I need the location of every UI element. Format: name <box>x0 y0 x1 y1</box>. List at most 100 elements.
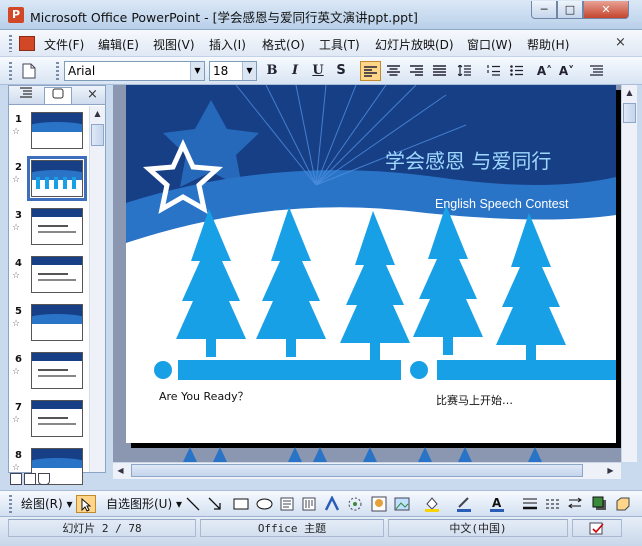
align-left-button[interactable] <box>360 61 381 81</box>
underline-button[interactable]: U <box>308 61 328 81</box>
scroll-left-icon[interactable]: ◀ <box>113 463 128 479</box>
scroll-right-icon[interactable]: ▶ <box>603 463 618 479</box>
slide-title[interactable]: 学会感恩 与爱同行 <box>385 145 551 174</box>
toolbar-grip[interactable] <box>9 62 12 80</box>
current-slide[interactable]: 学会感恩 与爱同行 English Speech Contest Are You… <box>126 85 616 443</box>
align-left-icon <box>364 66 377 77</box>
slide-thumbnail[interactable] <box>31 256 83 293</box>
arrow-style-icon[interactable] <box>568 497 584 511</box>
slide-thumbnail[interactable] <box>31 352 83 389</box>
shrink-font-button[interactable]: A˅ <box>556 61 577 81</box>
vertical-scrollbar[interactable]: ▲ <box>621 85 637 462</box>
select-objects-button[interactable] <box>76 495 96 513</box>
chevron-down-icon[interactable]: ▼ <box>242 62 256 80</box>
animation-star-icon[interactable]: ☆ <box>12 127 20 137</box>
new-slide-button[interactable] <box>18 61 40 81</box>
font-color-icon[interactable]: A <box>489 495 505 512</box>
slide-thumbnail[interactable] <box>31 400 83 437</box>
menu-view[interactable]: 视图(V) <box>153 36 195 53</box>
arrow-icon[interactable] <box>208 497 222 511</box>
maximize-button[interactable]: □ <box>557 1 583 19</box>
slide-thumbnail[interactable] <box>31 304 83 341</box>
menu-slideshow[interactable]: 幻灯片放映(D) <box>375 36 454 53</box>
oval-icon[interactable] <box>256 498 273 510</box>
animation-star-icon[interactable]: ☆ <box>12 367 20 377</box>
animation-star-icon[interactable]: ☆ <box>12 463 20 473</box>
normal-view-icon[interactable] <box>10 473 22 485</box>
toolbar-grip[interactable] <box>56 62 59 80</box>
horizontal-scroll-thumb[interactable] <box>131 464 583 477</box>
bold-button[interactable]: B <box>262 61 282 81</box>
animation-star-icon[interactable]: ☆ <box>12 271 20 281</box>
grow-font-button[interactable]: A˄ <box>534 61 555 81</box>
clipart-icon[interactable] <box>371 496 387 512</box>
bullets-button[interactable] <box>506 61 527 81</box>
diagram-icon[interactable] <box>347 496 363 512</box>
dash-style-icon[interactable] <box>545 497 561 511</box>
numbered-list-icon <box>487 65 500 76</box>
shadow-button[interactable]: S <box>331 61 351 81</box>
toolbar-grip[interactable] <box>9 495 12 513</box>
slide-thumbnail[interactable] <box>27 156 87 201</box>
slide-sorter-view-icon[interactable] <box>24 473 36 485</box>
vertical-textbox-icon[interactable] <box>302 497 316 511</box>
justify-button[interactable] <box>429 61 450 81</box>
minimize-button[interactable]: ─ <box>531 1 557 19</box>
italic-button[interactable]: I <box>285 61 305 81</box>
spelling-status[interactable] <box>572 519 622 537</box>
line-icon[interactable] <box>186 497 200 511</box>
animation-star-icon[interactable]: ☆ <box>12 175 20 185</box>
powerpoint-icon[interactable]: P <box>8 7 24 23</box>
horizontal-scrollbar[interactable]: ◀ ▶ <box>113 462 621 479</box>
rectangle-icon[interactable] <box>233 498 249 510</box>
slide-subtitle[interactable]: English Speech Contest <box>435 197 568 211</box>
close-document-icon[interactable]: × <box>615 35 626 50</box>
pane-scroll-thumb[interactable] <box>91 124 104 146</box>
fill-color-icon[interactable] <box>424 495 440 512</box>
slide-thumbnail[interactable] <box>31 208 83 245</box>
align-center-button[interactable] <box>383 61 404 81</box>
align-right-button[interactable] <box>406 61 427 81</box>
3d-style-icon[interactable] <box>615 496 631 512</box>
close-pane-icon[interactable]: × <box>87 87 98 102</box>
menu-tools[interactable]: 工具(T) <box>319 36 360 53</box>
slide-caption-left[interactable]: Are You Ready？ <box>159 388 249 404</box>
slide-caption-right[interactable]: 比赛马上开始… <box>436 392 513 408</box>
slide-thumbnail[interactable] <box>31 112 83 149</box>
scroll-up-icon[interactable]: ▲ <box>90 106 105 122</box>
animation-star-icon[interactable]: ☆ <box>12 319 20 329</box>
shadow-style-icon[interactable] <box>592 496 608 512</box>
close-button[interactable]: ✕ <box>583 1 629 19</box>
pane-tabs: × <box>9 86 105 105</box>
menu-format[interactable]: 格式(O) <box>262 36 305 53</box>
chevron-down-icon[interactable]: ▼ <box>190 62 204 80</box>
slideshow-view-icon[interactable] <box>38 473 50 485</box>
textbox-icon[interactable] <box>280 497 294 511</box>
menu-grip[interactable] <box>9 35 12 52</box>
menu-insert[interactable]: 插入(I) <box>209 36 246 53</box>
slide-design-button[interactable] <box>586 61 607 81</box>
draw-menu-button[interactable]: 绘图(R) ▾ <box>21 495 73 513</box>
numbering-button[interactable] <box>483 61 504 81</box>
document-icon[interactable] <box>19 36 35 51</box>
menu-help[interactable]: 帮助(H) <box>527 36 569 53</box>
wordart-icon[interactable] <box>324 496 340 512</box>
font-size-combo[interactable]: 18 ▼ <box>209 61 257 81</box>
picture-icon[interactable] <box>394 496 410 512</box>
menu-window[interactable]: 窗口(W) <box>467 36 512 53</box>
thumbnail-number: 3 <box>15 210 22 221</box>
scroll-up-icon[interactable]: ▲ <box>622 85 637 101</box>
line-color-icon[interactable] <box>456 495 472 512</box>
line-spacing-button[interactable] <box>454 61 475 81</box>
autoshapes-button[interactable]: 自选图形(U) ▾ <box>106 495 182 513</box>
line-style-icon[interactable] <box>522 497 538 511</box>
font-name-combo[interactable]: Arial ▼ <box>64 61 205 81</box>
animation-star-icon[interactable]: ☆ <box>12 415 20 425</box>
tab-outline[interactable] <box>12 87 40 104</box>
animation-star-icon[interactable]: ☆ <box>12 223 20 233</box>
pane-scrollbar[interactable]: ▲ <box>89 106 105 472</box>
menu-edit[interactable]: 编辑(E) <box>98 36 139 53</box>
tab-slides[interactable] <box>44 87 72 104</box>
vertical-scroll-thumb[interactable] <box>623 103 636 123</box>
menu-file[interactable]: 文件(F) <box>44 36 84 53</box>
